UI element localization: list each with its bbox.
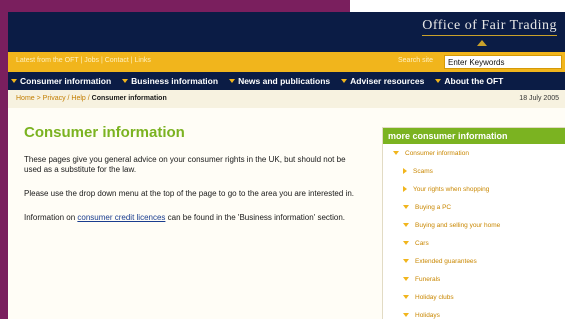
sidebar-item-consumer-information[interactable]: Consumer information	[383, 144, 565, 162]
nav-business-information[interactable]: Business information	[122, 76, 218, 86]
utility-links[interactable]: Latest from the OFT | Jobs | Contact | L…	[16, 57, 151, 64]
sidebar-item-holiday-clubs[interactable]: Holiday clubs	[383, 288, 565, 306]
nav-consumer-information[interactable]: Consumer information	[11, 76, 111, 86]
breadcrumb-bar: Home > Privacy / Help / Consumer informa…	[8, 90, 565, 108]
credit-paragraph: Information on consumer credit licences …	[24, 213, 360, 223]
main-nav: Consumer information Business informatio…	[8, 72, 565, 90]
sidebar-item-label: Extended guarantees	[415, 257, 477, 265]
sidebar-item-shopping-rights[interactable]: Your rights when shopping	[383, 180, 565, 198]
triangle-right-icon	[403, 168, 407, 174]
sidebar-item-funerals[interactable]: Funerals	[383, 270, 565, 288]
nav-about-the-oft[interactable]: About the OFT	[435, 76, 503, 86]
sidebar-item-label: Buying a PC	[415, 203, 452, 211]
sidebar-item-scams[interactable]: Scams	[383, 162, 565, 180]
credit-text-before: Information on	[24, 213, 78, 222]
page-date: 18 July 2005	[519, 95, 559, 102]
search-label: Search site	[398, 57, 434, 64]
triangle-down-icon	[403, 259, 409, 263]
background-corner	[350, 0, 565, 12]
search-input[interactable]	[444, 55, 562, 69]
breadcrumb: Home > Privacy / Help / Consumer informa…	[16, 95, 167, 102]
sidebar-item-holidays[interactable]: Holidays	[383, 306, 565, 319]
sidebar-item-label: Holiday clubs	[415, 293, 454, 301]
sidebar-item-label: Holidays	[415, 311, 440, 319]
sidebar-item-label: Scams	[413, 167, 433, 175]
sidebar-item-home[interactable]: Buying and selling your home	[383, 216, 565, 234]
credit-text-after: can be found in the 'Business informatio…	[165, 213, 346, 222]
page-title: Consumer information	[24, 124, 185, 141]
dropdown-arrow-icon	[229, 79, 236, 83]
background-frame	[0, 0, 350, 12]
sidebar-item-buying-pc[interactable]: Buying a PC	[383, 198, 565, 216]
site-banner: Office of Fair Trading	[8, 12, 565, 52]
nav-news-and-publications[interactable]: News and publications	[229, 76, 330, 86]
triangle-down-icon	[393, 151, 399, 155]
main-content: Consumer information These pages give yo…	[24, 124, 360, 237]
browser-page: Office of Fair Trading Latest from the O…	[8, 12, 565, 319]
triangle-down-icon	[403, 241, 409, 245]
triangle-down-icon	[403, 277, 409, 281]
instructions-paragraph: Please use the drop down menu at the top…	[24, 189, 355, 198]
triangle-down-icon	[403, 223, 409, 227]
sidebar-item-label: Funerals	[415, 275, 441, 283]
breadcrumb-current: Consumer information	[91, 95, 167, 102]
nav-label: News and publications	[238, 76, 331, 86]
sidebar-header: more consumer information	[383, 128, 565, 144]
triangle-right-icon	[403, 186, 407, 192]
sidebar-item-label: Cars	[415, 239, 429, 247]
sidebar-list: Consumer information Scams Your rights w…	[383, 144, 565, 319]
consumer-credit-link[interactable]: consumer credit licences	[77, 213, 165, 222]
triangle-down-icon	[403, 295, 409, 299]
triangle-down-icon	[403, 205, 409, 209]
sidebar-item-extended-guarantees[interactable]: Extended guarantees	[383, 252, 565, 270]
dropdown-arrow-icon	[435, 79, 442, 83]
nav-label: About the OFT	[444, 76, 504, 86]
intro-paragraph: These pages give you general advice on y…	[24, 155, 346, 174]
sidebar-item-label: Buying and selling your home	[415, 221, 501, 229]
logo-triangle-icon	[477, 40, 487, 46]
breadcrumb-trail[interactable]: Home > Privacy / Help /	[16, 95, 92, 102]
sidebar-item-label: Consumer information	[405, 149, 469, 157]
sidebar-item-label: Your rights when shopping	[413, 185, 490, 193]
nav-label: Consumer information	[20, 76, 112, 86]
sidebar-panel: more consumer information Consumer infor…	[382, 127, 565, 319]
triangle-down-icon	[403, 313, 409, 317]
nav-label: Business information	[131, 76, 219, 86]
dropdown-arrow-icon	[122, 79, 129, 83]
utility-bar: Latest from the OFT | Jobs | Contact | L…	[8, 52, 565, 72]
nav-adviser-resources[interactable]: Adviser resources	[341, 76, 424, 86]
dropdown-arrow-icon	[341, 79, 348, 83]
dropdown-arrow-icon	[11, 79, 17, 83]
site-logo[interactable]: Office of Fair Trading	[422, 18, 557, 36]
nav-label: Adviser resources	[350, 76, 425, 86]
sidebar-item-cars[interactable]: Cars	[383, 234, 565, 252]
